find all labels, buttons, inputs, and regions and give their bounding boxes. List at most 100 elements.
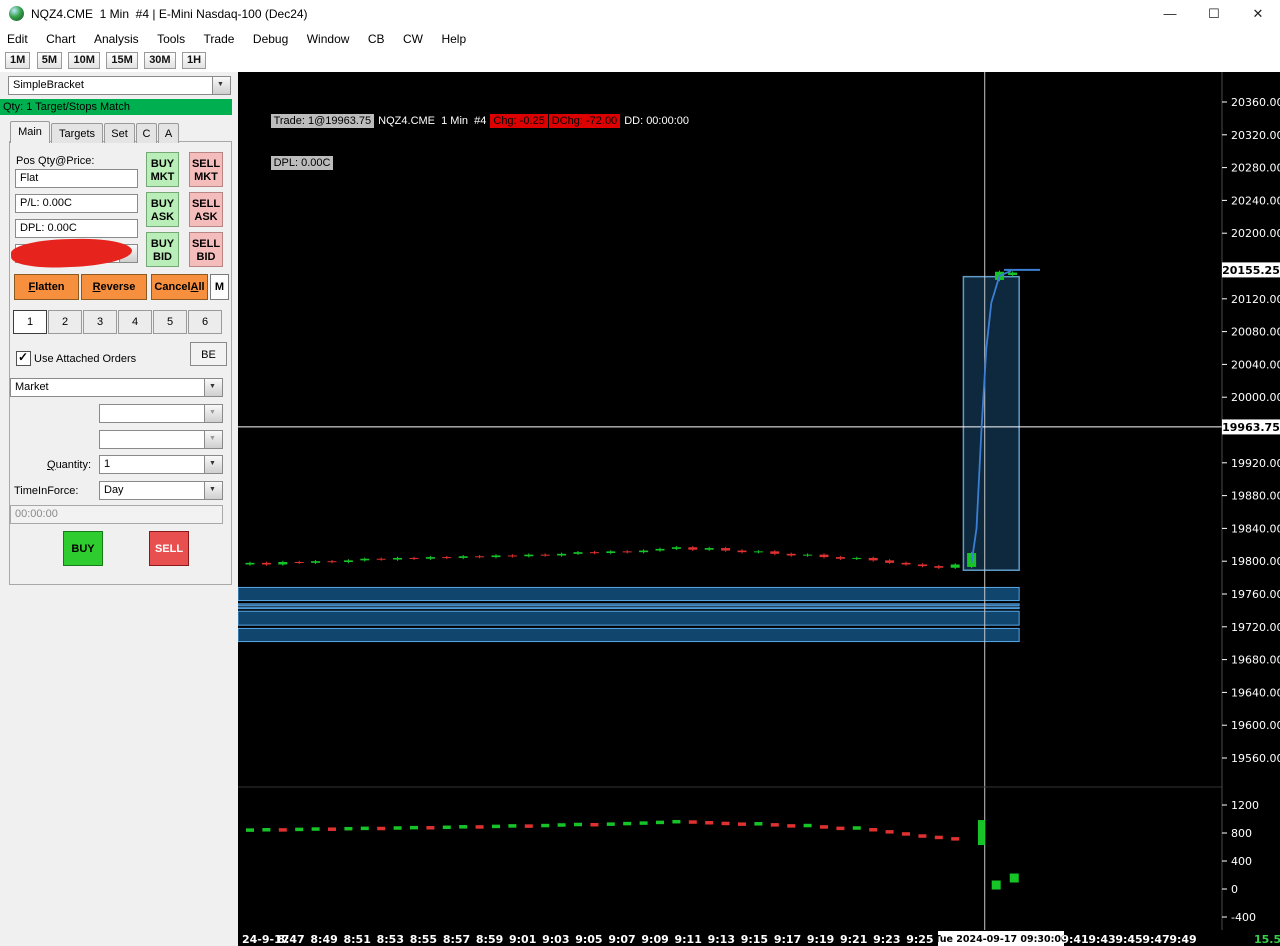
- chart-canvas[interactable]: 20360.00 20320.00 20280.00 20240.00 20200.00…: [238, 72, 1280, 946]
- tab-main[interactable]: Main: [10, 121, 50, 143]
- tab-a[interactable]: A: [158, 123, 179, 143]
- sell-ask-button[interactable]: SELL ASK: [189, 192, 223, 227]
- buy-button[interactable]: BUY: [63, 531, 103, 566]
- minimize-icon[interactable]: —: [1148, 0, 1192, 28]
- candle: [409, 557, 419, 559]
- time-axis-label: 9:15: [741, 933, 768, 946]
- indicator-dash: [278, 828, 287, 832]
- menu-cw[interactable]: CW: [396, 28, 430, 46]
- price-axis-label: 19680.00: [1231, 654, 1280, 667]
- qty-preset-1[interactable]: 1: [13, 310, 47, 334]
- qty-preset-3[interactable]: 3: [83, 310, 117, 334]
- indicator-dash: [492, 824, 500, 829]
- price-chart[interactable]: 20360.00 20320.00 20280.00 20240.00 20200.00…: [238, 72, 1280, 946]
- sell-bid-button[interactable]: SELL BID: [189, 232, 223, 267]
- candle: [573, 552, 583, 554]
- tab-set[interactable]: Set: [104, 123, 135, 143]
- order-type-select[interactable]: Market: [10, 378, 223, 397]
- candle: [868, 557, 878, 561]
- tf-1h-button[interactable]: 1H: [182, 52, 207, 69]
- indicator-dash: [951, 837, 960, 841]
- support-band: [238, 627, 1020, 643]
- menu-cb[interactable]: CB: [361, 28, 392, 46]
- price-axis-label: 20200.00: [1231, 227, 1280, 240]
- app-icon: [9, 6, 24, 21]
- maximize-icon[interactable]: ☐: [1192, 0, 1236, 28]
- indicator-dash: [574, 822, 582, 827]
- menu-help[interactable]: Help: [434, 28, 473, 46]
- indicator-dash: [410, 825, 418, 830]
- time-axis-label: 9:49: [1169, 933, 1196, 946]
- indicator-dash: [836, 826, 845, 831]
- time-axis-label: 9:13: [708, 933, 735, 946]
- candle: [261, 562, 271, 565]
- indicator-dash: [885, 830, 894, 834]
- tif-select[interactable]: Day: [99, 481, 223, 500]
- qty-preset-2[interactable]: 2: [48, 310, 82, 334]
- price-axis-label: 19640.00: [1231, 686, 1280, 699]
- indicator-dash: [246, 828, 254, 832]
- time-axis-label: 8:53: [377, 933, 404, 946]
- tf-1m-button[interactable]: 1M: [5, 52, 31, 69]
- indicator-dash: [311, 827, 320, 831]
- candle: [671, 547, 681, 549]
- chevron-down-icon[interactable]: [204, 379, 222, 396]
- menu-debug[interactable]: Debug: [246, 28, 295, 46]
- candle: [934, 566, 944, 568]
- sell-button[interactable]: SELL: [149, 531, 189, 566]
- indicator-dash: [934, 835, 943, 840]
- reverse-button[interactable]: Reverse: [81, 274, 147, 300]
- tf-15m-button[interactable]: 15M: [106, 52, 138, 69]
- cancel-all-button[interactable]: CancelAll: [151, 274, 208, 300]
- window-title: NQZ4.CME 1 Min #4 | E-Mini Nasdaq-100 (D…: [31, 7, 308, 21]
- candle: [393, 557, 403, 560]
- dpl-field[interactable]: DPL: 0.00C: [15, 219, 138, 238]
- position-field[interactable]: Flat: [15, 169, 138, 188]
- indicator-dash: [656, 820, 664, 825]
- menu-analysis[interactable]: Analysis: [87, 28, 146, 46]
- flatten-button[interactable]: Flatten: [14, 274, 79, 300]
- candle: [327, 561, 337, 563]
- menu-edit[interactable]: Edit: [0, 28, 35, 46]
- tab-targets[interactable]: Targets: [51, 123, 103, 143]
- tf-30m-button[interactable]: 30M: [144, 52, 176, 69]
- param-select-1: [99, 404, 223, 423]
- candle: [507, 555, 517, 557]
- sell-mkt-button[interactable]: SELL MKT: [189, 152, 223, 187]
- indicator-dash: [738, 822, 746, 826]
- qty-preset-4[interactable]: 4: [118, 310, 152, 334]
- buy-bid-button[interactable]: BUY BID: [146, 232, 179, 267]
- m-button[interactable]: M: [210, 274, 229, 300]
- candle: [458, 556, 468, 558]
- buy-mkt-button[interactable]: BUY MKT: [146, 152, 179, 187]
- time-axis-label: 8:59: [476, 933, 503, 946]
- close-icon[interactable]: ✕: [1236, 0, 1280, 28]
- tf-10m-button[interactable]: 10M: [68, 52, 100, 69]
- quantity-select[interactable]: 1: [99, 455, 223, 474]
- price-highlight-label: 19963.75: [1222, 421, 1280, 434]
- use-attached-orders-checkbox[interactable]: [16, 350, 31, 366]
- qty-preset-5[interactable]: 5: [153, 310, 187, 334]
- time-axis-label: 8:57: [443, 933, 470, 946]
- chevron-down-icon[interactable]: [204, 482, 222, 499]
- menu-window[interactable]: Window: [300, 28, 357, 46]
- order-type-value: Market: [15, 381, 49, 393]
- tab-c[interactable]: C: [136, 123, 157, 143]
- be-button[interactable]: BE: [190, 342, 227, 366]
- indicator-dash: [524, 824, 533, 828]
- menu-bar: Edit Chart Analysis Tools Trade Debug Wi…: [0, 28, 1280, 50]
- candle: [950, 564, 960, 568]
- menu-chart[interactable]: Chart: [39, 28, 82, 46]
- buy-ask-button[interactable]: BUY ASK: [146, 192, 179, 227]
- menu-tools[interactable]: Tools: [150, 28, 192, 46]
- indicator-dash: [426, 826, 435, 830]
- strategy-select[interactable]: SimpleBracket: [8, 76, 231, 95]
- chevron-down-icon[interactable]: [204, 456, 222, 473]
- tf-5m-button[interactable]: 5M: [36, 52, 63, 69]
- menu-trade[interactable]: Trade: [197, 28, 242, 46]
- pl-field[interactable]: P/L: 0.00C: [15, 194, 138, 213]
- indicator-axis-label: 1200: [1231, 799, 1259, 812]
- chevron-down-icon[interactable]: [212, 77, 230, 94]
- qty-preset-6[interactable]: 6: [188, 310, 222, 334]
- price-axis-label: 20080.00: [1231, 326, 1280, 339]
